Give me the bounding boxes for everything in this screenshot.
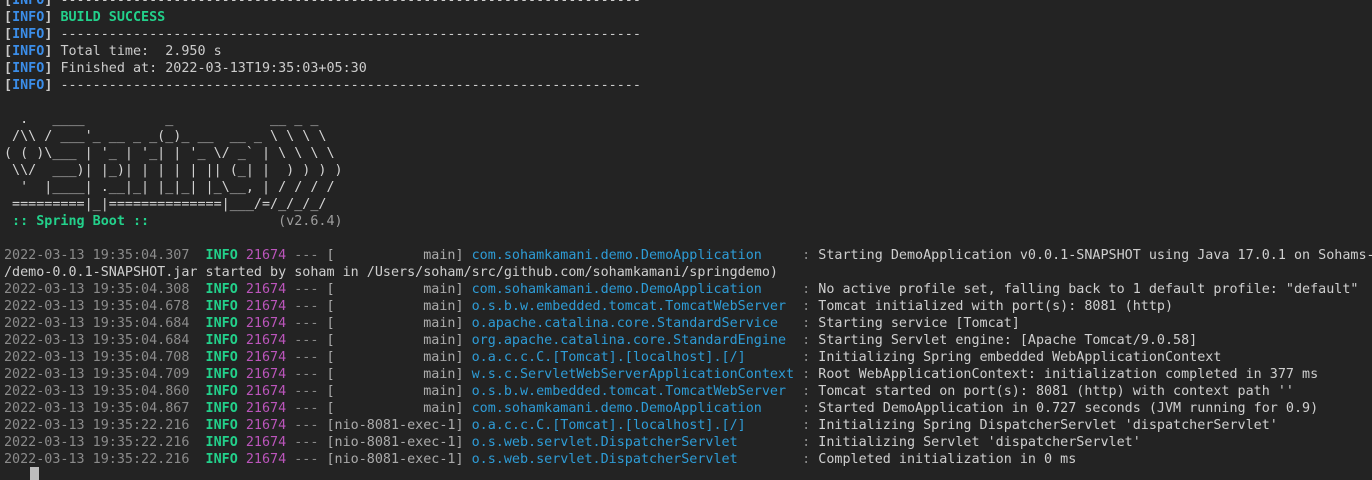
spring-ascii-banner-line: /\\ / ___'_ __ _ _(_)_ __ __ _ \ \ \ \ bbox=[4, 128, 1372, 145]
maven-info-line: [INFO] ---------------------------------… bbox=[4, 0, 1372, 9]
log-line: 2022-03-13 19:35:04.308 INFO 21674 --- [… bbox=[4, 281, 1372, 298]
blank-line bbox=[4, 94, 1372, 111]
blank-line bbox=[4, 230, 1372, 247]
log-line: 2022-03-13 19:35:22.216 INFO 21674 --- [… bbox=[4, 434, 1372, 451]
maven-info-line: [INFO] ---------------------------------… bbox=[4, 77, 1372, 94]
maven-info-line: [INFO] Finished at: 2022-03-13T19:35:03+… bbox=[4, 60, 1372, 77]
log-line: 2022-03-13 19:35:22.216 INFO 21674 --- [… bbox=[4, 451, 1372, 468]
log-line: 2022-03-13 19:35:04.307 INFO 21674 --- [… bbox=[4, 247, 1372, 264]
terminal-screen[interactable]: [INFO] ---------------------------------… bbox=[4, 0, 1372, 468]
log-line: 2022-03-13 19:35:04.867 INFO 21674 --- [… bbox=[4, 400, 1372, 417]
spring-boot-caption-line: :: Spring Boot :: (v2.6.4) bbox=[4, 213, 1372, 230]
spring-ascii-banner-line: ( ( )\___ | '_ | '_| | '_ \/ _` | \ \ \ … bbox=[4, 145, 1372, 162]
maven-build-success-line: [INFO] BUILD SUCCESS bbox=[4, 9, 1372, 26]
spring-ascii-banner-line: ' |____| .__|_| |_|_| |_\__, | / / / / bbox=[4, 179, 1372, 196]
log-wrap-line: /demo-0.0.1-SNAPSHOT.jar started by soha… bbox=[4, 264, 1372, 281]
log-line: 2022-03-13 19:35:04.678 INFO 21674 --- [… bbox=[4, 298, 1372, 315]
log-line: 2022-03-13 19:35:04.684 INFO 21674 --- [… bbox=[4, 315, 1372, 332]
maven-info-line: [INFO] ---------------------------------… bbox=[4, 26, 1372, 43]
terminal-window: { "colors": { "background": "#232323", "… bbox=[0, 0, 1372, 471]
log-line: 2022-03-13 19:35:04.709 INFO 21674 --- [… bbox=[4, 366, 1372, 383]
log-line: 2022-03-13 19:35:04.684 INFO 21674 --- [… bbox=[4, 332, 1372, 349]
spring-ascii-banner-line: . ____ _ __ _ _ bbox=[4, 111, 1372, 128]
log-line: 2022-03-13 19:35:04.708 INFO 21674 --- [… bbox=[4, 349, 1372, 366]
spring-ascii-banner-line: \\/ ___)| |_)| | | | | || (_| | ) ) ) ) bbox=[4, 162, 1372, 179]
log-line: 2022-03-13 19:35:22.216 INFO 21674 --- [… bbox=[4, 417, 1372, 434]
log-line: 2022-03-13 19:35:04.860 INFO 21674 --- [… bbox=[4, 383, 1372, 400]
maven-info-line: [INFO] Total time: 2.950 s bbox=[4, 43, 1372, 60]
terminal-cursor bbox=[30, 467, 39, 480]
spring-ascii-banner-line: =========|_|==============|___/=/_/_/_/ bbox=[4, 196, 1372, 213]
